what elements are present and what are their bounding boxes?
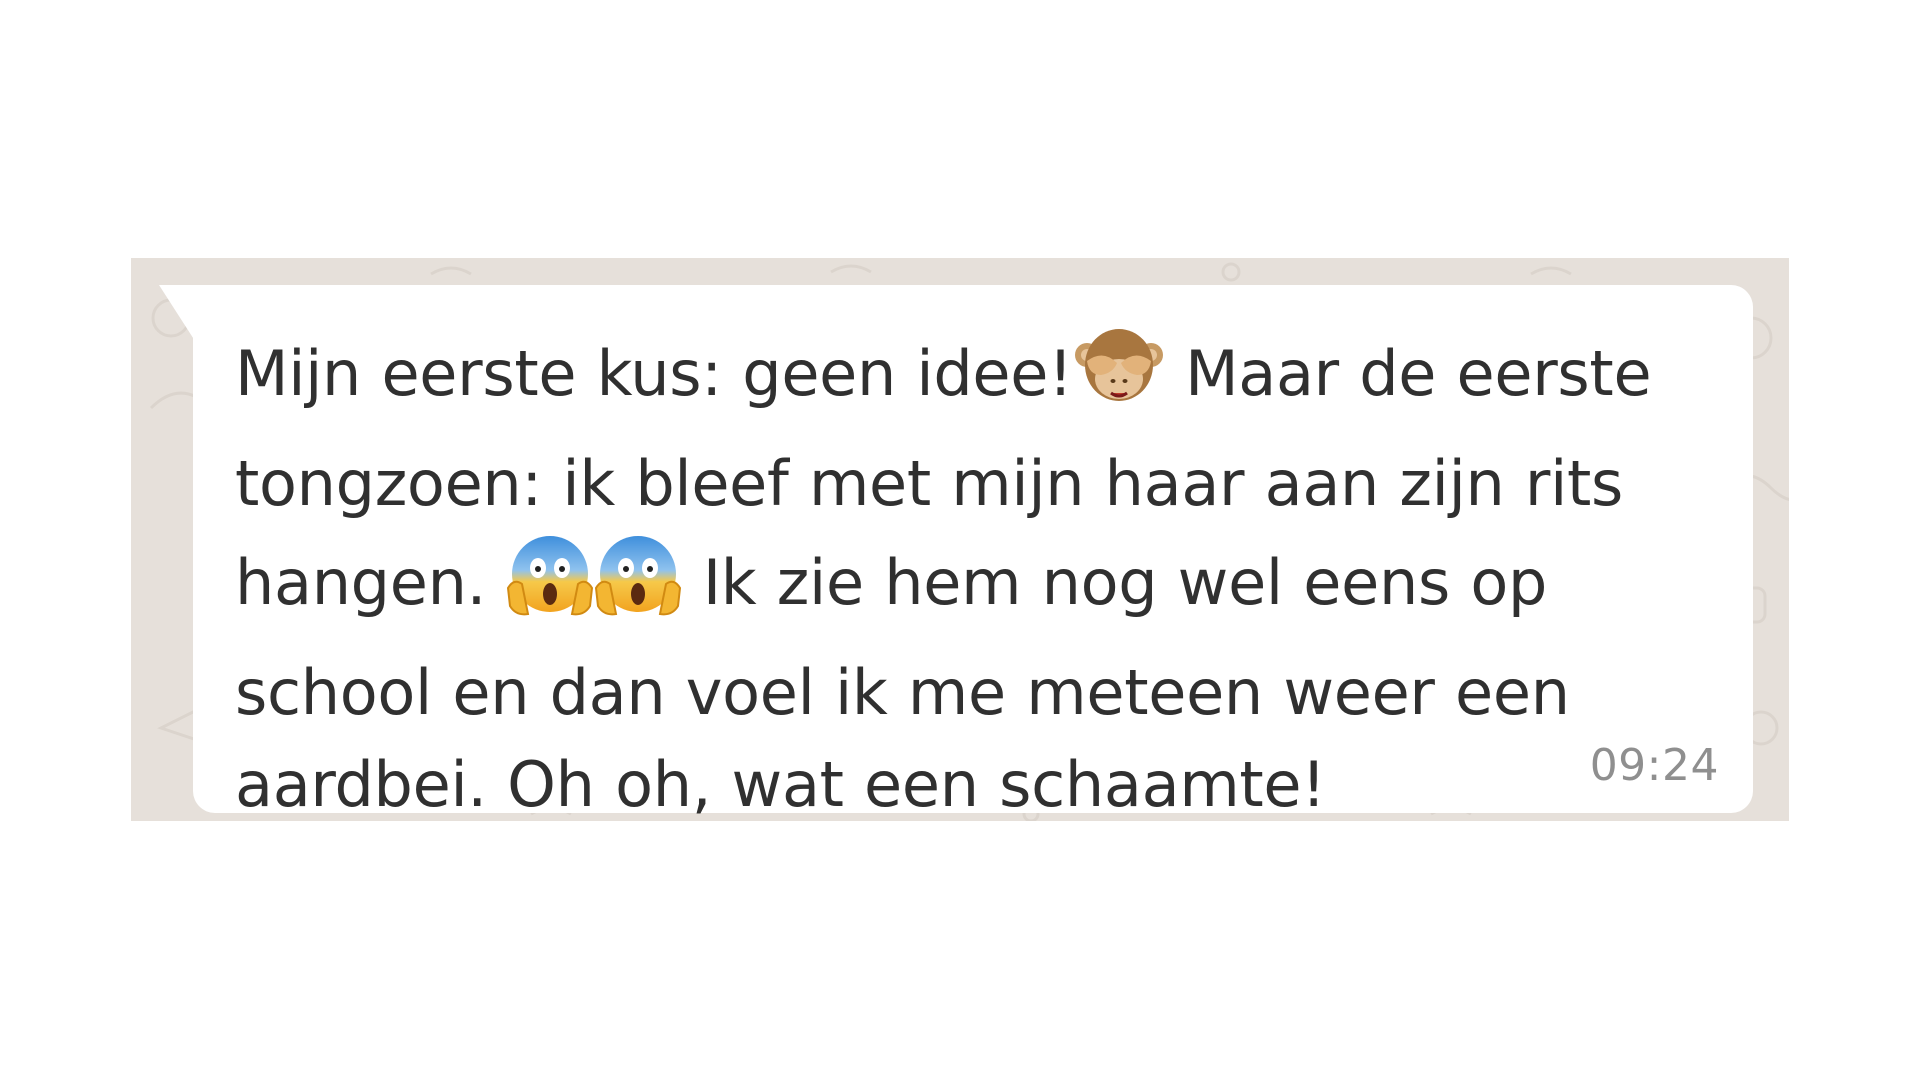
message-text-segment: hangen. [235, 546, 507, 619]
bubble-tail [159, 285, 195, 341]
message-text-segment: Ik zie hem nog wel eens op [682, 546, 1548, 619]
message-line: aardbei. Oh oh, wat een schaamte! [235, 748, 1326, 821]
message-line: hangen. Ik zie hem nog wel eens op [235, 530, 1633, 647]
message-line: school en dan voel ik me meteen weer een [235, 656, 1570, 729]
message-text-segment: Maar de eerste [1164, 337, 1652, 410]
see-no-evil-monkey-icon [1073, 321, 1165, 438]
message-line: Mijn eerste kus: geen idee! Maar de eers… [235, 321, 1652, 438]
face-screaming-in-fear-icon [594, 530, 682, 647]
message-timestamp: 09:24 [1589, 740, 1719, 791]
message-text: Mijn eerste kus: geen idee! Maar de eers… [235, 321, 1652, 821]
message-text-segment: Mijn eerste kus: geen idee! [235, 337, 1073, 410]
message-line: tongzoen: ik bleef met mijn haar aan zij… [235, 447, 1624, 520]
chat-background: Mijn eerste kus: geen idee! Maar de eers… [131, 258, 1789, 821]
message-bubble[interactable]: Mijn eerste kus: geen idee! Maar de eers… [159, 285, 1753, 821]
face-screaming-in-fear-icon [506, 530, 594, 647]
